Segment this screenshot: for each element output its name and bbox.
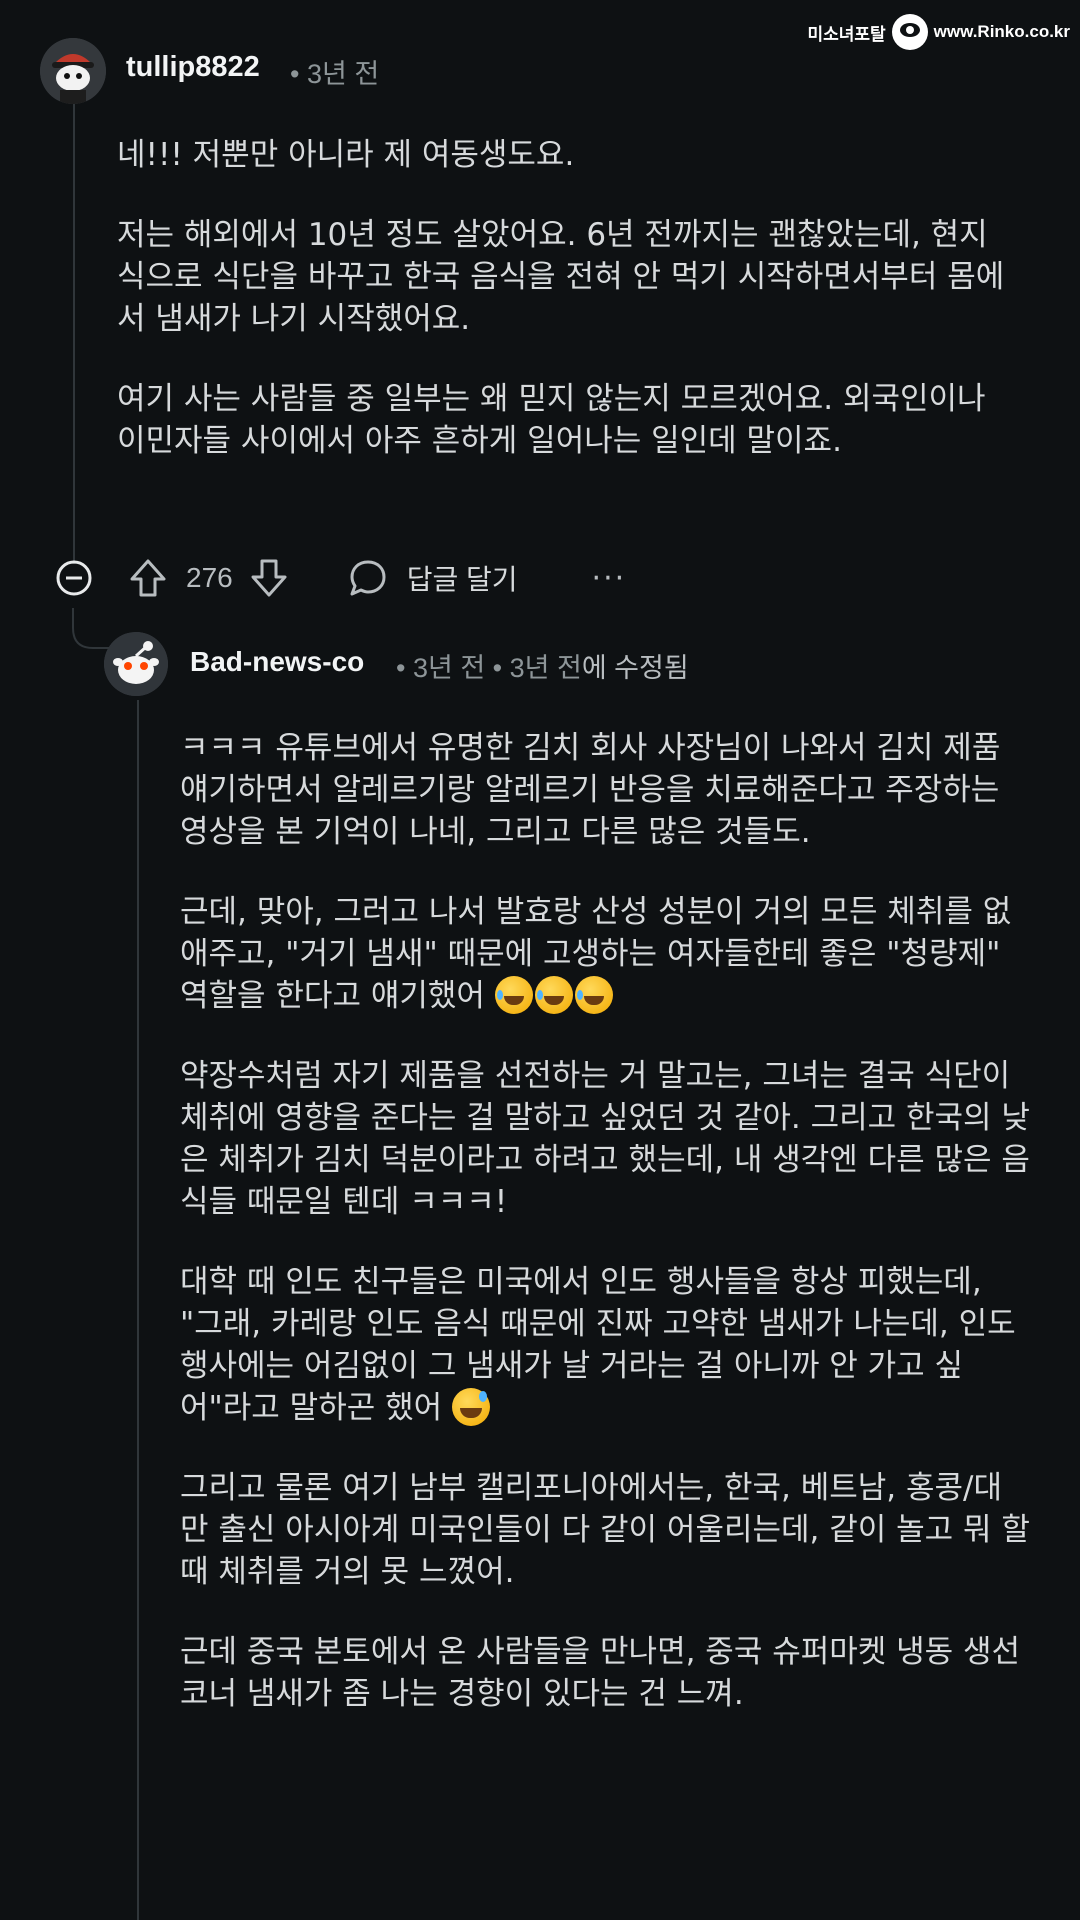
comment-paragraph: 그리고 물론 여기 남부 캘리포니아에서는, 한국, 베트남, 홍콩/대만 출신…	[180, 1470, 1030, 1590]
collapse-minus-icon	[56, 560, 92, 596]
reply-label: 답글 달기	[406, 564, 518, 595]
downvote-button[interactable]	[247, 556, 291, 600]
sweat-smile-emoji	[452, 1388, 490, 1426]
reddit-snoo-avatar-icon	[104, 632, 168, 696]
username[interactable]: Bad-news-co	[190, 646, 364, 678]
time-text: 3년 전	[412, 653, 486, 683]
rofl-emoji	[574, 976, 613, 1014]
comment-paragraph: 저는 해외에서 10년 정도 살았어요. 6년 전까지는 괜찮았는데, 현지식으…	[117, 217, 1005, 337]
upvote-arrow-icon	[130, 559, 166, 597]
reply-bubble-icon	[350, 560, 386, 596]
vote-score: 276	[186, 562, 233, 593]
comment-timestamp: • 3년 전	[290, 59, 380, 89]
avatar[interactable]	[40, 38, 106, 104]
comment-body: 네!!! 저뿐만 아니라 제 여동생도요. 저는 해외에서 10년 정도 살았어…	[117, 134, 1007, 500]
downvote-arrow-icon	[251, 559, 287, 597]
comment-timestamp: • 3년 전 • 3년 전에 수정됨	[396, 653, 689, 683]
edited-time-text: 3년 전	[509, 653, 582, 683]
comment-paragraph: ㅋㅋㅋ 유튜브에서 유명한 김치 회사 사장님이 나와서 김치 제품 얘기하면서…	[180, 730, 1001, 850]
avatar[interactable]	[104, 632, 168, 696]
comment-paragraph: 근데 중국 본토에서 온 사람들을 만나면, 중국 슈퍼마켓 냉동 생선 코너 …	[180, 1634, 1021, 1712]
comment-body: ㅋㅋㅋ 유튜브에서 유명한 김치 회사 사장님이 나와서 김치 제품 얘기하면서…	[180, 727, 1030, 1753]
more-options-button[interactable]: ···	[592, 561, 627, 596]
watermark-text-right: www.Rinko.co.kr	[933, 22, 1070, 41]
comment-paragraph: 네!!! 저뿐만 아니라 제 여동생도요.	[117, 137, 575, 173]
thread-line-comment2	[137, 700, 139, 1920]
rofl-emoji	[494, 976, 533, 1014]
upvote-button[interactable]	[126, 556, 170, 600]
collapse-thread-button[interactable]	[54, 558, 94, 598]
username[interactable]: tullip8822	[126, 51, 260, 84]
reply-button[interactable]: 답글 달기	[347, 557, 518, 599]
comment-paragraph: 여기 사는 사람들 중 일부는 왜 믿지 않는지 모르겠어요. 외국인이나 이민…	[117, 381, 986, 459]
comment-paragraph: 대학 때 인도 친구들은 미국에서 인도 행사들을 항상 피했는데, "그래, …	[180, 1261, 1030, 1429]
comment-paragraph-text: 대학 때 인도 친구들은 미국에서 인도 행사들을 항상 피했는데, "그래, …	[180, 1264, 1016, 1426]
comment-paragraph: 근데, 맞아, 그러고 나서 발효랑 산성 성분이 거의 모든 체취를 없애주고…	[180, 891, 1030, 1017]
reddit-snoo-avatar-icon	[40, 38, 106, 104]
thread-line-comment1	[73, 104, 75, 564]
rofl-emoji	[534, 976, 573, 1014]
time-text: 3년 전	[306, 59, 380, 89]
watermark: 미소녀포탈 www.Rinko.co.kr	[807, 14, 1070, 50]
watermark-logo-icon	[891, 14, 928, 50]
comment-actions: 276 답글 달기 ···	[54, 556, 654, 600]
comment-paragraph: 약장수처럼 자기 제품을 선전하는 거 말고는, 그녀는 결국 식단이 체취에 …	[180, 1058, 1030, 1220]
watermark-text-left: 미소녀포탈	[807, 24, 886, 44]
edited-label: 에 수정됨	[581, 653, 689, 683]
